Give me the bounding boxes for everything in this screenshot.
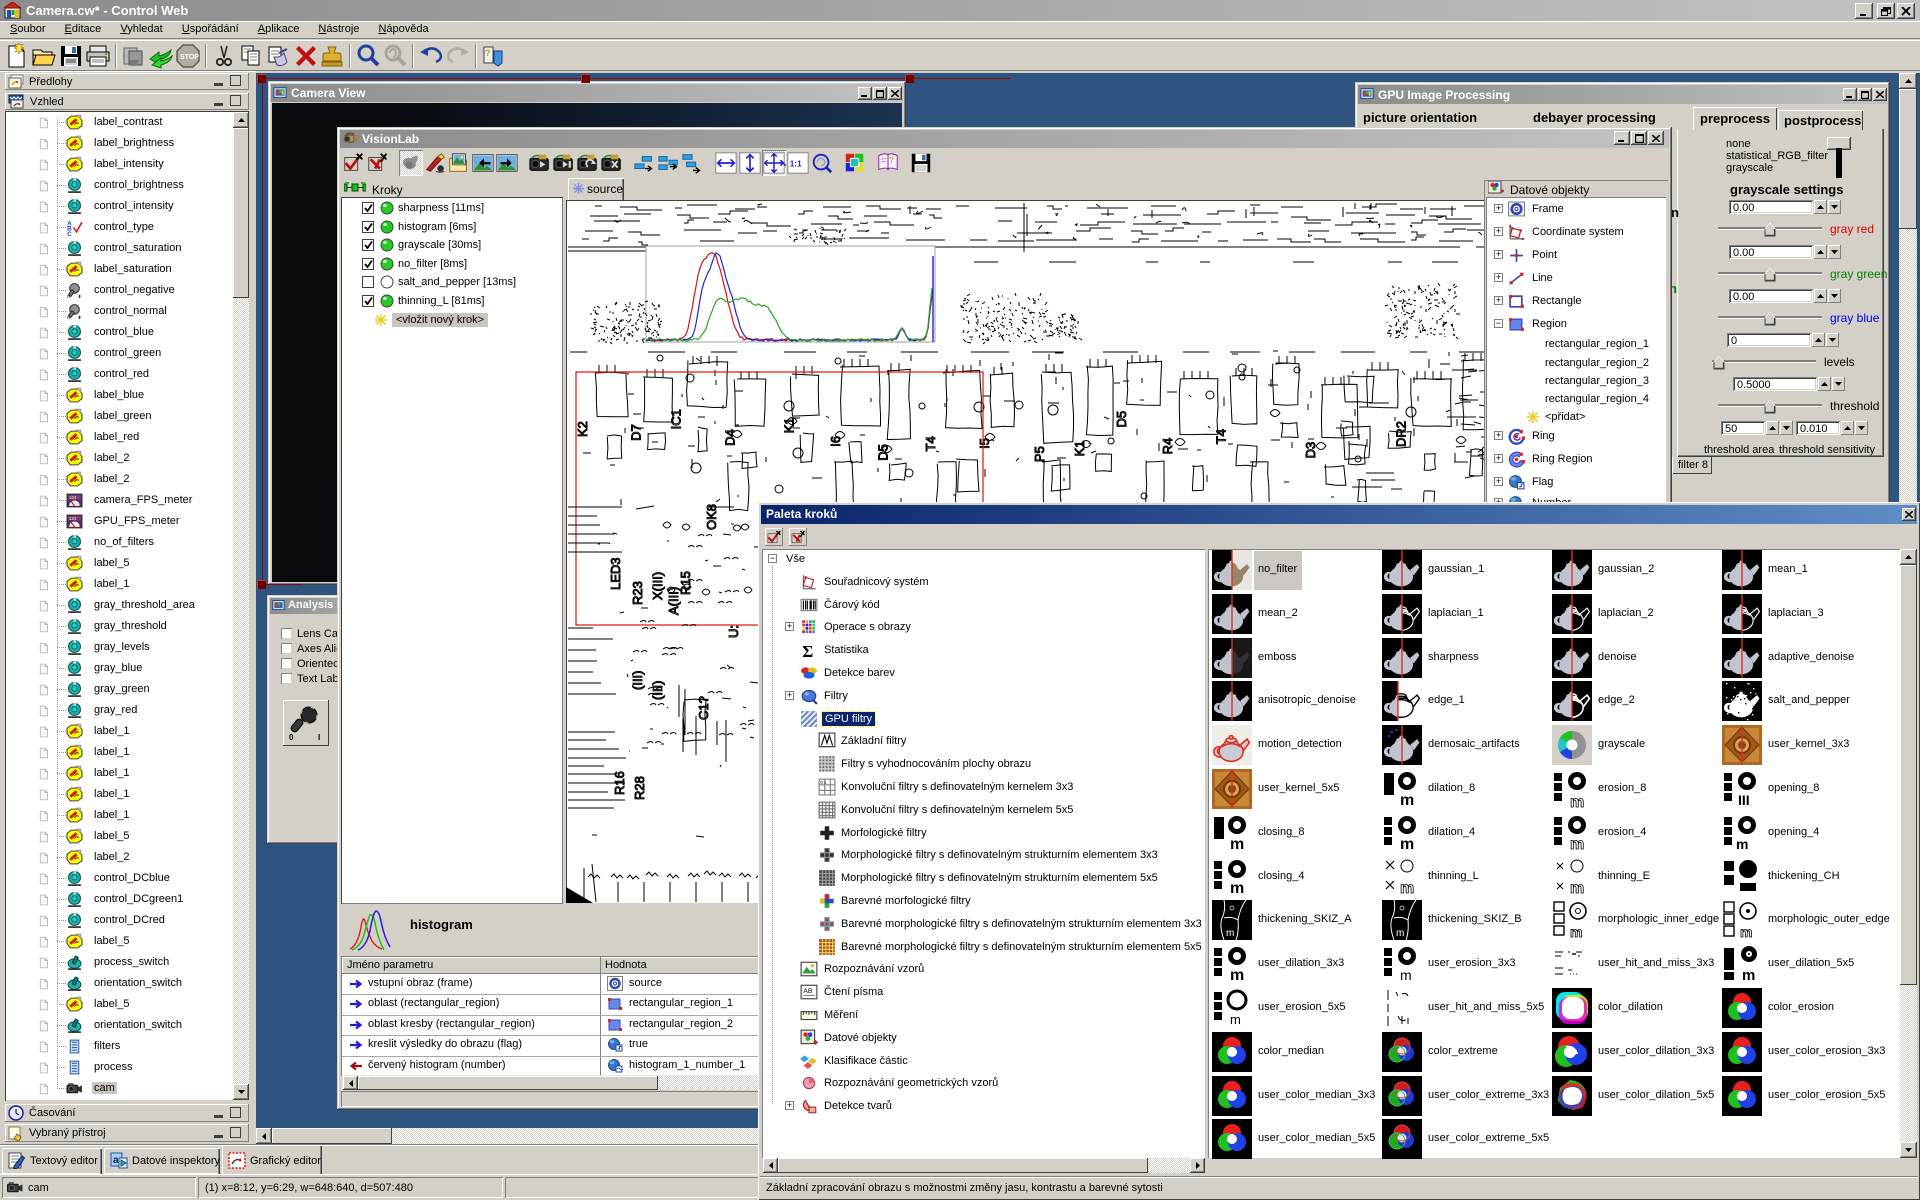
svg-text:K1: K1 bbox=[1072, 441, 1087, 457]
svg-text:m: m bbox=[1230, 1012, 1241, 1027]
svg-text:m: m bbox=[1400, 792, 1414, 809]
svg-text:R4: R4 bbox=[1160, 438, 1175, 455]
svg-text:(III): (III) bbox=[630, 671, 645, 691]
svg-text:?: ? bbox=[889, 155, 894, 165]
svg-text:IC1: IC1 bbox=[668, 409, 683, 429]
svg-text:m: m bbox=[1226, 928, 1234, 939]
svg-text:AB: AB bbox=[803, 988, 813, 995]
svg-text:Σ: Σ bbox=[802, 642, 813, 659]
svg-text:(III): (III) bbox=[650, 681, 665, 701]
svg-text:?: ? bbox=[485, 48, 491, 58]
svg-text:I5: I5 bbox=[977, 438, 992, 449]
svg-text:T4: T4 bbox=[923, 436, 938, 451]
svg-text:m: m bbox=[1230, 967, 1244, 984]
svg-text:D3: D3 bbox=[1303, 442, 1318, 459]
svg-text:I6: I6 bbox=[828, 436, 843, 447]
svg-text:III: III bbox=[1738, 792, 1750, 808]
svg-text:m: m bbox=[1230, 880, 1244, 897]
svg-text:m: m bbox=[1570, 924, 1582, 940]
svg-text:I: I bbox=[318, 733, 320, 742]
svg-text:0: 0 bbox=[289, 733, 294, 742]
svg-text:LED3: LED3 bbox=[608, 557, 623, 590]
svg-text:m: m bbox=[1400, 880, 1414, 897]
svg-text:R28: R28 bbox=[632, 776, 647, 800]
svg-text:D7: D7 bbox=[629, 424, 644, 441]
svg-text:m: m bbox=[1570, 880, 1584, 897]
svg-text:a: a bbox=[113, 1155, 119, 1166]
svg-text:1:1: 1:1 bbox=[790, 159, 802, 169]
svg-text:m: m bbox=[1396, 928, 1404, 939]
svg-text:DR2: DR2 bbox=[1393, 421, 1408, 447]
svg-text:m: m bbox=[1230, 836, 1244, 853]
svg-text:R23: R23 bbox=[630, 581, 645, 605]
svg-text:U:: U: bbox=[726, 625, 741, 638]
svg-text:m: m bbox=[1742, 967, 1755, 984]
svg-text:m: m bbox=[1740, 924, 1752, 940]
svg-text:K1: K1 bbox=[781, 417, 796, 433]
svg-text:OK8: OK8 bbox=[704, 504, 719, 530]
svg-text:m: m bbox=[1570, 836, 1584, 853]
svg-text:m: m bbox=[1400, 836, 1414, 853]
svg-text:m: m bbox=[1736, 836, 1748, 852]
svg-text:m: m bbox=[1570, 794, 1584, 809]
svg-text:STOP: STOP bbox=[180, 54, 199, 61]
svg-text:X(III): X(III) bbox=[650, 572, 665, 600]
svg-text:D5: D5 bbox=[1114, 411, 1129, 428]
svg-text:K2: K2 bbox=[575, 421, 590, 437]
svg-text:m: m bbox=[1400, 967, 1412, 983]
svg-text:0 1: 0 1 bbox=[820, 780, 827, 785]
svg-text:T4: T4 bbox=[1213, 429, 1228, 444]
